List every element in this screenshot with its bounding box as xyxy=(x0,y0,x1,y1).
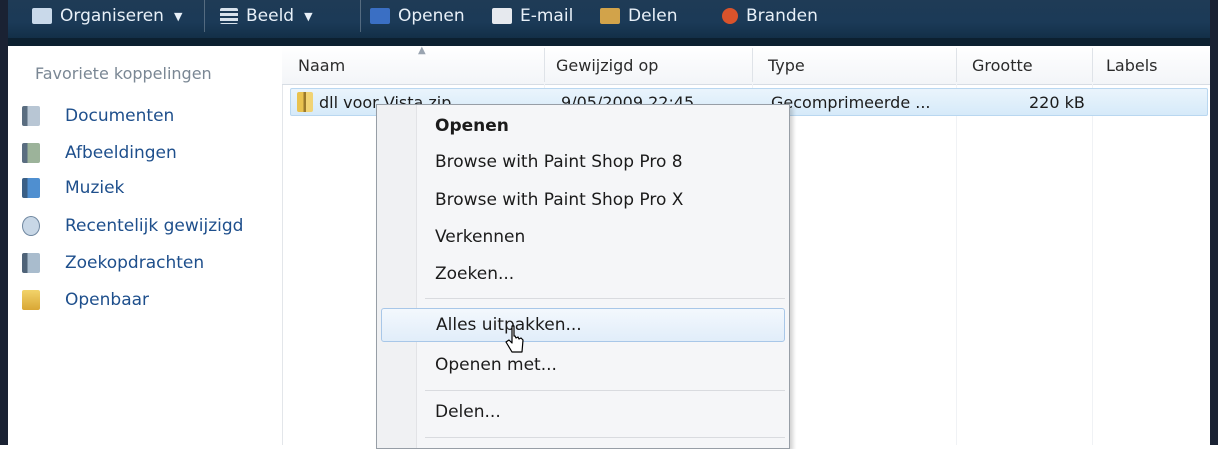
share-label: Delen xyxy=(628,6,678,26)
context-menu-search[interactable]: Zoeken... xyxy=(381,257,785,291)
context-menu-separator xyxy=(425,390,785,391)
view-label: Beeld xyxy=(246,6,295,26)
pictures-icon xyxy=(22,143,40,163)
column-divider[interactable] xyxy=(544,48,545,82)
nav-item-label: Afbeeldingen xyxy=(65,143,177,163)
mouse-pointer-icon xyxy=(505,325,524,353)
nav-item-searches[interactable]: Zoekopdrachten xyxy=(22,249,204,277)
column-header-modified[interactable]: Gewijzigd op xyxy=(546,46,752,84)
column-header-labels[interactable]: Labels xyxy=(1096,46,1206,84)
context-menu-browse-pspx[interactable]: Browse with Paint Shop Pro X xyxy=(381,183,785,217)
organize-button[interactable]: Organiseren ▼ xyxy=(32,0,182,32)
burn-label: Branden xyxy=(746,6,818,26)
context-menu-separator xyxy=(425,298,785,299)
nav-item-label: Recentelijk gewijzigd xyxy=(65,216,244,236)
context-menu: Openen Browse with Paint Shop Pro 8 Brow… xyxy=(376,104,790,449)
open-button[interactable]: Openen xyxy=(370,0,465,32)
burn-icon xyxy=(722,8,738,24)
zip-folder-icon xyxy=(297,92,313,112)
recent-icon xyxy=(22,216,40,236)
toolbar-edge xyxy=(8,38,1210,46)
email-button[interactable]: E-mail xyxy=(492,0,573,32)
share-button[interactable]: Delen xyxy=(600,0,678,32)
context-menu-explore[interactable]: Verkennen xyxy=(381,220,785,254)
column-gridline xyxy=(1092,84,1093,445)
column-divider[interactable] xyxy=(752,48,753,82)
toolbar-divider xyxy=(204,0,205,32)
nav-item-label: Documenten xyxy=(65,106,175,126)
public-folder-icon xyxy=(22,290,40,310)
favorite-links-heading: Favoriete koppelingen xyxy=(35,64,212,83)
nav-item-label: Muziek xyxy=(65,178,125,198)
nav-item-label: Openbaar xyxy=(65,290,150,310)
context-menu-open[interactable]: Openen xyxy=(381,109,785,143)
open-label: Openen xyxy=(398,6,465,26)
burn-button[interactable]: Branden xyxy=(722,0,818,32)
context-menu-share[interactable]: Delen... xyxy=(381,395,785,429)
searches-icon xyxy=(22,253,40,273)
context-menu-separator xyxy=(425,437,785,438)
nav-item-documents[interactable]: Documenten xyxy=(22,102,174,130)
sort-ascending-icon: ▲ xyxy=(418,45,426,56)
chevron-down-icon: ▼ xyxy=(304,9,313,23)
context-menu-open-with[interactable]: Openen met... xyxy=(381,348,785,382)
column-header-type[interactable]: Type xyxy=(758,46,954,84)
organize-label: Organiseren xyxy=(60,6,164,26)
email-icon xyxy=(492,8,512,24)
view-icon xyxy=(220,8,238,24)
column-header-name[interactable]: Naam xyxy=(288,46,544,84)
nav-item-pictures[interactable]: Afbeeldingen xyxy=(22,139,177,167)
music-icon xyxy=(22,178,40,198)
chevron-down-icon: ▼ xyxy=(173,9,183,23)
nav-item-music[interactable]: Muziek xyxy=(22,174,124,202)
nav-item-label: Zoekopdrachten xyxy=(65,253,205,273)
column-divider[interactable] xyxy=(956,48,957,82)
organize-icon xyxy=(32,8,52,24)
context-menu-browse-psp8[interactable]: Browse with Paint Shop Pro 8 xyxy=(381,145,785,179)
email-label: E-mail xyxy=(520,6,574,26)
open-icon xyxy=(370,8,390,24)
column-gridline xyxy=(956,84,957,445)
context-menu-extract-all[interactable]: Alles uitpakken... xyxy=(381,308,785,342)
nav-item-public[interactable]: Openbaar xyxy=(22,286,149,314)
file-size: 220 kB xyxy=(1029,92,1085,112)
toolbar-divider xyxy=(360,0,361,32)
documents-icon xyxy=(22,106,40,126)
share-icon xyxy=(600,8,620,24)
nav-item-recent[interactable]: Recentelijk gewijzigd xyxy=(22,212,243,240)
navigation-pane: Favoriete koppelingen Documenten Afbeeld… xyxy=(8,46,283,445)
file-type: Gecomprimeerde ... xyxy=(771,92,931,112)
column-divider[interactable] xyxy=(1092,48,1093,82)
view-button[interactable]: Beeld ▼ xyxy=(220,0,313,32)
column-header-size[interactable]: Grootte xyxy=(962,46,1088,84)
